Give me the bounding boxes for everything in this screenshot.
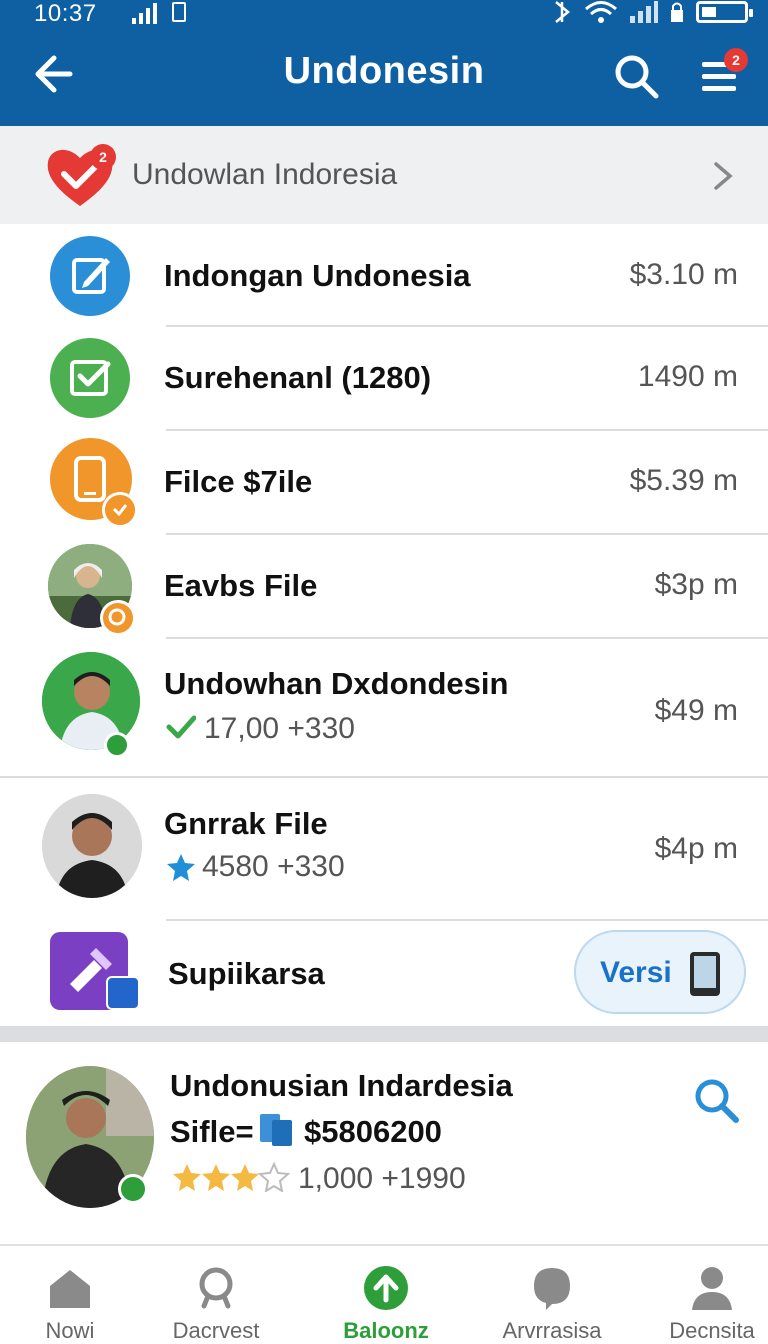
list-item[interactable]: Gnrrak File 4580 +330 $4p m	[0, 780, 768, 918]
sim-icon	[172, 2, 186, 22]
nav-item-chat[interactable]: Arvrrasisa	[482, 1246, 622, 1344]
row-title: Undowhan Dxdondesin	[164, 666, 509, 701]
app-badge-icon	[106, 976, 140, 1010]
menu-button[interactable]: 2	[694, 48, 748, 100]
row-title: Surehenanl (1280)	[164, 360, 432, 395]
list-item[interactable]: Indongan Undonesia $3.10 m	[0, 226, 768, 326]
list-item[interactable]: Eavbs File $3p m	[0, 536, 768, 638]
divider	[166, 325, 768, 327]
search-icon[interactable]	[612, 52, 660, 100]
bottom-navigation: Nowi Dacrvest Baloonz Arvrrasisa Decnsit…	[0, 1244, 768, 1344]
nfc-icon	[555, 1, 570, 23]
promo-banner[interactable]: 2 Undowlan Indoresia	[0, 126, 768, 224]
wifi-icon	[585, 1, 617, 23]
notification-badge: 2	[724, 48, 748, 72]
nav-item-home[interactable]: Nowi	[0, 1246, 140, 1344]
signal-icon	[132, 3, 157, 24]
search-badge-icon	[100, 600, 136, 636]
home-icon	[50, 1270, 90, 1308]
nav-label: Nowi	[45, 1318, 95, 1343]
chevron-right-icon	[714, 162, 733, 190]
row-value: $4p m	[654, 832, 738, 865]
row-value: $3p m	[654, 568, 738, 601]
phone-icon	[690, 952, 720, 996]
divider	[166, 533, 768, 535]
versi-button[interactable]: Versi	[574, 930, 746, 1014]
row-value: $3.10 m	[629, 258, 738, 291]
checkbox-icon	[50, 338, 130, 418]
divider	[166, 919, 768, 921]
list-item[interactable]: Undowhan Dxdondesin 17,00 +330 $49 m	[0, 640, 768, 776]
divider	[166, 637, 768, 639]
banner-text: Undowlan Indoresia	[132, 158, 398, 191]
row-subtitle: 17,00 +330	[204, 712, 355, 745]
avatar	[42, 794, 142, 898]
row-value: $5.39 m	[629, 464, 738, 497]
battery-icon	[696, 1, 753, 23]
document-icon	[260, 1114, 292, 1146]
nav-item-upload[interactable]: Baloonz	[316, 1246, 456, 1344]
nav-label: Arvrrasisa	[502, 1318, 602, 1343]
lock-icon	[671, 2, 683, 22]
nav-label: Baloonz	[343, 1318, 429, 1343]
section-separator	[0, 1026, 768, 1042]
check-badge-icon	[102, 492, 138, 528]
row-title: Indongan Undonesia	[164, 258, 471, 293]
row-subtitle: 4580 +330	[202, 850, 345, 883]
star-icon	[167, 854, 195, 881]
nav-label: Decnsita	[669, 1318, 755, 1343]
app-header: 10:37 Undonesin 2	[0, 0, 768, 126]
signal-icon-2	[630, 1, 658, 23]
search-icon	[199, 1267, 233, 1309]
verified-badge-icon	[104, 732, 130, 758]
list-item[interactable]: Filce $7ile $5.39 m	[0, 432, 768, 534]
status-bar: 10:37	[0, 0, 768, 28]
nav-item-profile[interactable]: Decnsita	[642, 1246, 768, 1344]
nav-item-search[interactable]: Dacrvest	[146, 1246, 286, 1344]
rating-stars	[172, 1161, 292, 1197]
featured-line2-value: $5806200	[304, 1114, 442, 1149]
versi-button-label: Versi	[600, 956, 672, 989]
rating-text: 1,000 +1990	[298, 1162, 466, 1195]
featured-line2-prefix: Sifle=	[170, 1114, 254, 1149]
row-title: Filce $7ile	[164, 464, 313, 499]
profile-icon	[692, 1267, 732, 1310]
featured-title: Undonusian Indardesia	[170, 1068, 513, 1103]
list-item[interactable]: Surehenanl (1280) 1490 m	[0, 328, 768, 430]
verified-badge-icon	[118, 1174, 148, 1204]
divider	[166, 429, 768, 431]
status-time: 10:37	[34, 0, 97, 27]
check-icon	[166, 715, 196, 739]
row-title: Gnrrak File	[164, 806, 328, 841]
edit-icon	[50, 236, 130, 316]
row-title: Supiikarsa	[168, 956, 325, 991]
featured-item[interactable]: Undonusian Indardesia Sifle= $5806200 1,…	[0, 1044, 768, 1244]
banner-badge: 2	[90, 144, 116, 170]
search-icon[interactable]	[690, 1074, 742, 1126]
row-title: Eavbs File	[164, 568, 318, 603]
nav-label: Dacrvest	[172, 1318, 260, 1343]
divider	[0, 776, 768, 778]
row-value: $49 m	[654, 694, 738, 727]
row-value: 1490 m	[637, 360, 738, 393]
upload-icon	[364, 1266, 408, 1310]
chat-icon	[534, 1268, 570, 1310]
